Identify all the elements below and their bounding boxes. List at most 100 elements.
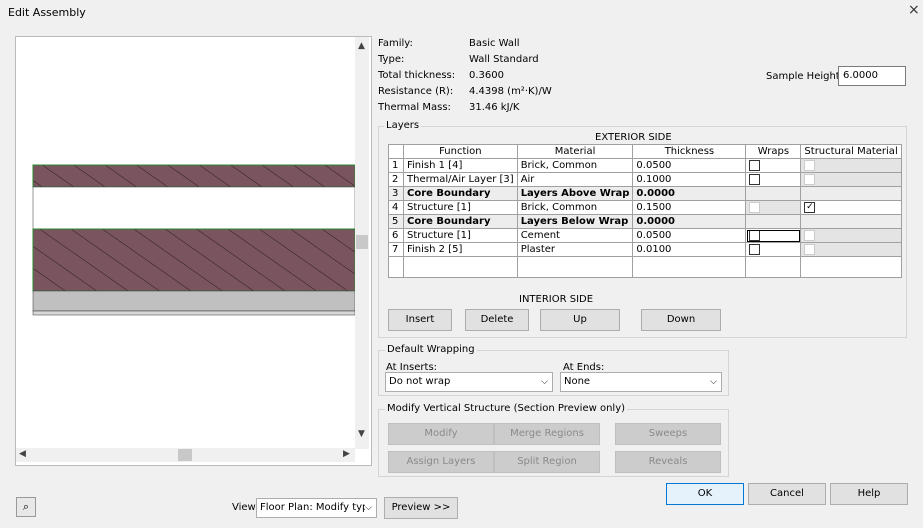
table-row[interactable]: 4 Structure [1] Brick, Common 0.1500 — [388, 200, 902, 215]
preview-vertical-scrollbar[interactable]: ▲ ▼ — [355, 37, 369, 449]
scroll-thumb[interactable] — [356, 235, 368, 249]
table-row[interactable]: 2 Thermal/Air Layer [3] Air 0.1000 — [388, 172, 902, 187]
scroll-left-icon[interactable]: ◀ — [19, 449, 26, 459]
scroll-down-icon[interactable]: ▼ — [358, 429, 365, 439]
chevron-down-icon[interactable]: ⌵ — [710, 373, 717, 391]
material-cell[interactable]: Brick, Common — [516, 200, 634, 215]
material-cell[interactable]: Cement — [516, 228, 634, 243]
function-cell[interactable]: Finish 1 [4] — [403, 158, 518, 173]
section-preview[interactable] — [15, 36, 372, 466]
thickness-cell[interactable]: 0.0100 — [632, 242, 747, 257]
structural-checkbox — [804, 159, 816, 171]
row-number[interactable]: 1 — [388, 158, 404, 173]
wraps-cell[interactable] — [745, 158, 802, 173]
row-number[interactable]: 7 — [388, 242, 404, 257]
down-button[interactable]: Down — [641, 309, 721, 331]
sweeps-button[interactable]: Sweeps — [615, 423, 721, 445]
function-cell[interactable]: Structure [1] — [403, 200, 518, 215]
close-icon[interactable]: × — [908, 2, 920, 18]
reveals-button[interactable]: Reveals — [615, 451, 721, 473]
wraps-checkbox[interactable] — [749, 229, 761, 241]
structural-cell — [800, 228, 902, 243]
row-number[interactable]: 2 — [388, 172, 404, 187]
material-cell[interactable]: Brick, Common — [516, 158, 634, 173]
column-header[interactable]: Wraps — [745, 144, 802, 159]
view-select[interactable]: Floor Plan: Modify typ ⌵ — [256, 498, 377, 518]
material-cell[interactable]: Air — [516, 172, 634, 187]
layers-table[interactable]: Function Material Thickness Wraps Struct… — [388, 144, 902, 278]
wraps-cell[interactable] — [745, 172, 802, 187]
interior-side-label: INTERIOR SIDE — [519, 294, 594, 305]
thickness-cell[interactable]: 0.1000 — [632, 172, 747, 187]
chevron-down-icon[interactable]: ⌵ — [541, 373, 548, 391]
thickness-cell[interactable]: 0.0500 — [632, 158, 747, 173]
type-value: Wall Standard — [469, 54, 539, 65]
table-row[interactable]: 5 Core Boundary Layers Below Wrap 0.0000 — [388, 214, 902, 229]
scroll-up-icon[interactable]: ▲ — [358, 41, 365, 51]
thickness-label: Total thickness: — [378, 70, 456, 81]
family-value: Basic Wall — [469, 38, 520, 49]
insert-button[interactable]: Insert — [388, 309, 452, 331]
structural-cell[interactable] — [800, 256, 902, 278]
table-row-empty[interactable] — [388, 256, 902, 278]
column-header[interactable]: Function — [403, 144, 518, 159]
help-button[interactable]: Help — [830, 483, 908, 505]
row-number-header — [388, 144, 404, 159]
at-inserts-value: Do not wrap — [389, 376, 451, 387]
row-number[interactable] — [388, 256, 404, 278]
wraps-checkbox[interactable] — [749, 243, 761, 255]
thickness-cell[interactable] — [632, 256, 747, 278]
wraps-checkbox[interactable] — [749, 159, 761, 171]
row-number[interactable]: 3 — [388, 186, 404, 201]
wraps-cell — [745, 214, 802, 229]
thickness-cell: 0.0000 — [632, 214, 747, 229]
delete-button[interactable]: Delete — [465, 309, 529, 331]
preview-button[interactable]: Preview >> — [384, 497, 458, 519]
row-number[interactable]: 6 — [388, 228, 404, 243]
wraps-cell[interactable] — [745, 242, 802, 257]
table-row[interactable]: 3 Core Boundary Layers Above Wrap 0.0000 — [388, 186, 902, 201]
column-header[interactable]: Material — [516, 144, 634, 159]
scroll-right-icon[interactable]: ▶ — [343, 449, 350, 459]
hscroll-thumb[interactable] — [178, 449, 192, 461]
preview-horizontal-scrollbar[interactable]: ◀ ▶ — [16, 448, 355, 462]
wraps-checkbox[interactable] — [749, 173, 761, 185]
assign-layers-button[interactable]: Assign Layers — [388, 451, 494, 473]
table-row[interactable]: 1 Finish 1 [4] Brick, Common 0.0500 — [388, 158, 902, 173]
wraps-cell[interactable] — [745, 256, 802, 278]
material-cell[interactable]: Plaster — [516, 242, 634, 257]
at-ends-select[interactable]: None ⌵ — [560, 372, 722, 392]
function-cell[interactable]: Structure [1] — [403, 228, 518, 243]
function-cell[interactable]: Thermal/Air Layer [3] — [403, 172, 518, 187]
table-row[interactable]: 7 Finish 2 [5] Plaster 0.0100 — [388, 242, 902, 257]
function-cell[interactable] — [403, 256, 518, 278]
chevron-down-icon[interactable]: ⌵ — [365, 499, 372, 517]
ok-button[interactable]: OK — [666, 483, 744, 505]
column-header[interactable]: Thickness — [632, 144, 747, 159]
row-number[interactable]: 4 — [388, 200, 404, 215]
function-cell[interactable]: Finish 2 [5] — [403, 242, 518, 257]
thickness-cell[interactable]: 0.0500 — [632, 228, 747, 243]
wraps-cell[interactable] — [745, 228, 802, 243]
modify-button[interactable]: Modify — [388, 423, 494, 445]
table-row[interactable]: 6 Structure [1] Cement 0.0500 — [388, 228, 902, 243]
exterior-side-label: EXTERIOR SIDE — [595, 132, 672, 143]
wraps-checkbox — [749, 201, 761, 213]
thickness-cell[interactable]: 0.1500 — [632, 200, 747, 215]
family-label: Family: — [378, 38, 413, 49]
sample-height-input[interactable]: 6.0000 — [838, 66, 906, 86]
column-header[interactable]: Structural Material — [800, 144, 902, 159]
help-search-icon[interactable]: ⌕ — [16, 497, 36, 517]
view-value: Floor Plan: Modify typ — [260, 502, 369, 513]
row-number[interactable]: 5 — [388, 214, 404, 229]
material-cell[interactable] — [516, 256, 634, 278]
window-title: Edit Assembly — [8, 6, 86, 19]
cancel-button[interactable]: Cancel — [748, 483, 826, 505]
structural-checkbox[interactable] — [804, 201, 816, 213]
split-region-button[interactable]: Split Region — [494, 451, 600, 473]
at-inserts-select[interactable]: Do not wrap ⌵ — [385, 372, 553, 392]
up-button[interactable]: Up — [540, 309, 620, 331]
merge-regions-button[interactable]: Merge Regions — [494, 423, 600, 445]
table-header-row: Function Material Thickness Wraps Struct… — [388, 144, 902, 159]
structural-cell[interactable] — [800, 200, 902, 215]
